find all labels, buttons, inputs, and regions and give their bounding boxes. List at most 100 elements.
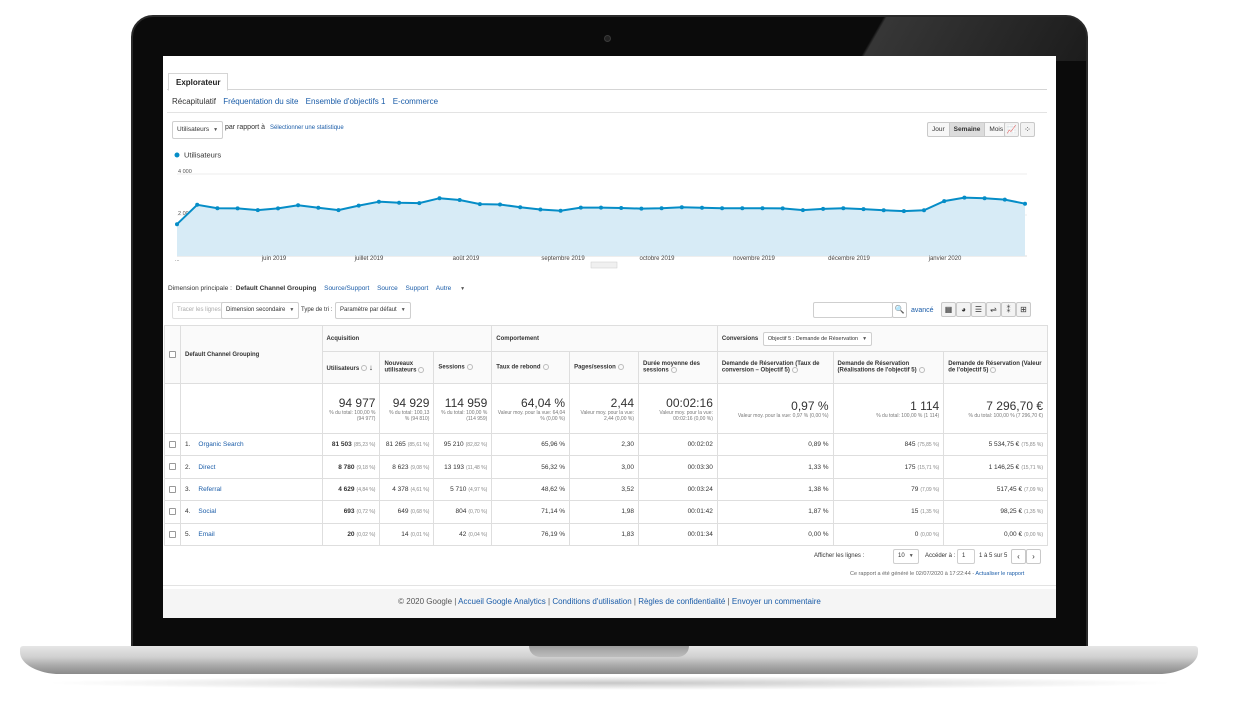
footer-link-terms[interactable]: Conditions d'utilisation — [552, 597, 631, 606]
channel-link[interactable]: Social — [198, 508, 216, 515]
data-point[interactable] — [962, 195, 967, 200]
data-point[interactable] — [982, 196, 987, 201]
pie-view-icon[interactable]: ◕ — [956, 302, 971, 317]
col-goal-value[interactable]: Demande de Réservation (Valeur de l'obje… — [943, 351, 1048, 384]
rows-per-page-select[interactable]: 10 ▼ — [893, 549, 919, 564]
data-point[interactable] — [356, 203, 361, 208]
data-point[interactable] — [821, 206, 826, 211]
data-point[interactable] — [235, 206, 240, 211]
channel-link[interactable]: Email — [198, 531, 214, 538]
row-checkbox[interactable] — [169, 508, 176, 516]
dimension-support[interactable]: Support — [406, 285, 429, 292]
data-point[interactable] — [639, 206, 644, 211]
data-point[interactable] — [538, 207, 543, 212]
data-point[interactable] — [942, 199, 947, 204]
table-row[interactable]: 4. Social 693 (0,72 %) 649 (0,68 %) 804 (0,70 %… — [164, 500, 1048, 524]
advanced-link[interactable]: avancé — [911, 307, 934, 314]
subtab-recapitulatif[interactable]: Récapitulatif — [172, 97, 216, 106]
sort-select[interactable]: Paramètre par défaut ▼ — [335, 302, 411, 319]
table-row[interactable]: 3. Referral 4 629 (4,84 %) 4 378 (4,61 %) 5 71… — [164, 477, 1048, 502]
data-point[interactable] — [558, 208, 563, 213]
prev-page-button[interactable]: ‹ — [1011, 549, 1026, 564]
secondary-dimension-select[interactable]: Dimension secondaire ▼ — [221, 302, 300, 319]
select-all-checkbox[interactable] — [169, 350, 176, 358]
bar-view-icon[interactable]: ☰ — [971, 302, 986, 317]
data-point[interactable] — [1023, 201, 1027, 206]
plot-rows-button[interactable]: Tracer les lignes — [172, 302, 226, 319]
data-point[interactable] — [700, 205, 704, 210]
data-point[interactable] — [720, 206, 725, 211]
data-point[interactable] — [255, 208, 260, 213]
data-point[interactable] — [740, 206, 745, 211]
table-view-icon[interactable]: ▦ — [941, 302, 956, 317]
motion-chart-icon[interactable]: ⁘ — [1020, 122, 1035, 137]
data-point[interactable] — [800, 208, 805, 213]
col-users[interactable]: Utilisateurs ↓ — [321, 351, 381, 384]
data-point[interactable] — [376, 199, 381, 204]
subtab-frequentation[interactable]: Fréquentation du site — [223, 97, 298, 106]
data-point[interactable] — [336, 208, 341, 213]
goto-page-input[interactable]: 1 — [957, 549, 975, 564]
table-row[interactable]: 2. Direct 8 780 (9,18 %) 8 623 (9,08 %) 13 193… — [164, 455, 1048, 479]
data-point[interactable] — [457, 198, 462, 202]
dimension-source-support[interactable]: Source/Support — [324, 285, 369, 292]
table-row[interactable]: 1. Organic Search 81 503 (85,23 %) 81 265 (85… — [164, 432, 1048, 457]
data-point[interactable] — [619, 206, 624, 210]
data-point[interactable] — [316, 205, 321, 210]
data-point[interactable] — [175, 222, 179, 227]
line-chart-icon[interactable]: 📈 — [1004, 122, 1019, 137]
data-point[interactable] — [437, 196, 442, 201]
data-point[interactable] — [417, 201, 422, 206]
col-new-users[interactable]: Nouveaux utilisateurs — [379, 351, 435, 384]
data-point[interactable] — [861, 207, 866, 212]
data-point[interactable] — [841, 206, 846, 211]
col-conv-rate[interactable]: Demande de Réservation (Taux de conversi… — [716, 351, 834, 384]
data-point[interactable] — [215, 206, 220, 211]
channel-header[interactable]: Default Channel Grouping — [180, 325, 323, 384]
row-checkbox[interactable] — [169, 485, 176, 493]
col-duration[interactable]: Durée moyenne des sessions — [638, 351, 718, 384]
data-point[interactable] — [518, 205, 523, 210]
row-checkbox[interactable] — [169, 441, 176, 449]
dimension-source[interactable]: Source — [377, 285, 398, 292]
col-pages[interactable]: Pages/session — [569, 351, 639, 384]
tab-explorateur[interactable]: Explorateur — [168, 73, 229, 91]
search-icon[interactable]: 🔍 — [892, 302, 907, 318]
footer-link-privacy[interactable]: Règles de confidentialité — [638, 597, 725, 606]
data-point[interactable] — [578, 205, 583, 210]
channel-link[interactable]: Referral — [198, 486, 221, 493]
data-point[interactable] — [599, 205, 603, 210]
channel-link[interactable]: Direct — [198, 464, 215, 471]
data-point[interactable] — [760, 206, 765, 211]
refresh-report-link[interactable]: Actualiser le rapport — [975, 571, 1024, 577]
compare-link[interactable]: Sélectionner une statistique — [270, 125, 344, 131]
row-checkbox[interactable] — [169, 463, 176, 471]
data-point[interactable] — [477, 202, 482, 207]
pivot-view-icon[interactable]: ⊞ — [1016, 302, 1031, 317]
data-point[interactable] — [679, 205, 684, 210]
metric-select[interactable]: Utilisateurs ▼ — [172, 121, 224, 139]
granularity-week-button[interactable]: Semaine — [949, 123, 986, 136]
table-row[interactable]: 5. Email 20 (0,02 %) 14 (0,01 %) 42 (0,04 %) 76,… — [164, 522, 1048, 546]
data-point[interactable] — [397, 200, 402, 205]
col-goal-completions[interactable]: Demande de Réservation (Réalisations de … — [832, 351, 945, 384]
granularity-day-button[interactable]: Jour — [928, 123, 950, 136]
data-point[interactable] — [195, 202, 200, 207]
subtab-objectifs[interactable]: Ensemble d'objectifs 1 — [306, 97, 386, 106]
footer-link-feedback[interactable]: Envoyer un commentaire — [732, 597, 821, 606]
comparison-view-icon[interactable]: ⇌ — [986, 302, 1001, 317]
data-point[interactable] — [922, 208, 926, 213]
data-point[interactable] — [296, 203, 301, 208]
footer-link-home[interactable]: Accueil Google Analytics — [458, 597, 546, 606]
term-cloud-icon[interactable]: ⁑ — [1001, 302, 1016, 317]
data-point[interactable] — [659, 206, 664, 211]
channel-link[interactable]: Organic Search — [198, 441, 243, 448]
row-checkbox[interactable] — [169, 530, 176, 538]
data-point[interactable] — [881, 208, 886, 213]
subtab-ecommerce[interactable]: E-commerce — [393, 97, 438, 106]
data-point[interactable] — [276, 206, 280, 211]
data-point[interactable] — [780, 206, 785, 211]
data-point[interactable] — [1002, 197, 1007, 202]
dimension-active[interactable]: Default Channel Grouping — [236, 285, 317, 292]
next-page-button[interactable]: › — [1026, 549, 1041, 564]
